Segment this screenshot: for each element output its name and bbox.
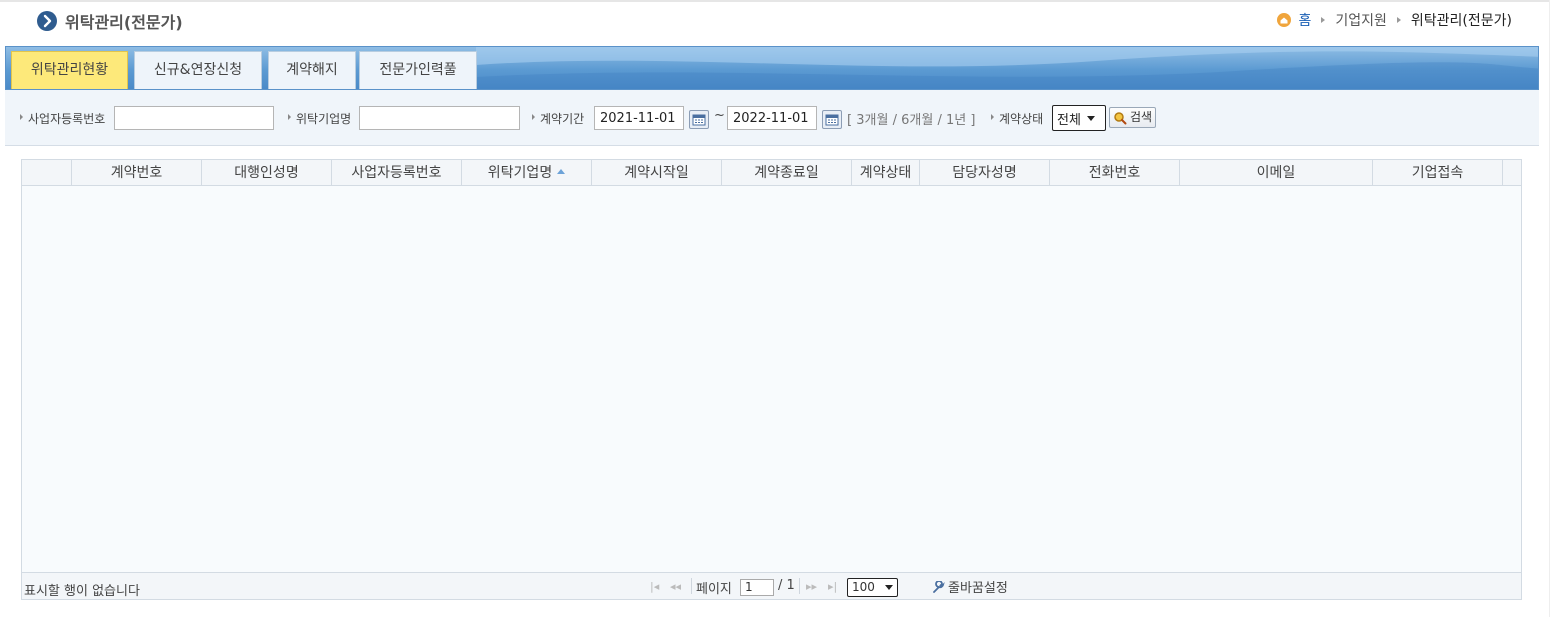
prev-page-icon[interactable]: ◂◂ — [670, 580, 681, 593]
total-pages: / 1 — [778, 578, 795, 593]
next-page-icon[interactable]: ▸▸ — [806, 580, 817, 593]
column-email[interactable]: 이메일 — [1180, 160, 1373, 186]
tab-termination[interactable]: 계약해지 — [268, 51, 356, 89]
column-end-date[interactable]: 계약종료일 — [722, 160, 852, 186]
breadcrumb-section-link[interactable]: 기업지원 — [1335, 10, 1387, 30]
period-1-year-link[interactable]: 1년 — [946, 113, 966, 128]
column-start-date[interactable]: 계약시작일 — [592, 160, 722, 186]
column-manager-name[interactable]: 담당자성명 — [920, 160, 1050, 186]
wrap-setting-button[interactable]: 줄바꿈설정 — [932, 577, 1008, 596]
end-date-input[interactable] — [727, 106, 817, 130]
search-icon — [1114, 112, 1127, 125]
status-select-value: 전체 — [1057, 112, 1081, 128]
grid-header-blank — [22, 160, 72, 186]
wrap-setting-label: 줄바꿈설정 — [948, 581, 1008, 596]
period-bracket-open: [ — [847, 113, 853, 128]
grid-header: 계약번호 대행인성명 사업자등록번호 위탁기업명 계약시작일 계약종료일 계약상… — [22, 160, 1521, 186]
period-bracket-close: ] — [970, 113, 976, 128]
tabbar-wave-decoration — [476, 47, 1538, 89]
column-contract-no[interactable]: 계약번호 — [72, 160, 202, 186]
column-company-name[interactable]: 위탁기업명 — [462, 160, 592, 186]
biz-no-label: 사업자등록번호 — [19, 112, 106, 126]
breadcrumb-separator-icon — [1396, 17, 1401, 23]
start-date-input[interactable] — [594, 106, 684, 130]
page-header: 위탁관리(전문가) 홈 기업지원 위탁관리(전문가) — [0, 2, 1554, 42]
grid-body — [22, 186, 1521, 572]
column-phone[interactable]: 전화번호 — [1050, 160, 1180, 186]
column-company-name-label: 위탁기업명 — [487, 165, 553, 181]
contract-grid: 계약번호 대행인성명 사업자등록번호 위탁기업명 계약시작일 계약종료일 계약상… — [21, 159, 1522, 600]
page-size-select[interactable]: 100 — [847, 578, 898, 597]
pager-divider — [799, 578, 800, 594]
tab-new-renewal[interactable]: 신규&연장신청 — [134, 51, 262, 89]
end-date-calendar-icon[interactable] — [822, 110, 842, 129]
breadcrumb-separator-icon — [1321, 17, 1326, 23]
breadcrumb-home-link[interactable]: 홈 — [1298, 10, 1311, 30]
period-shortcuts: [ 3개월 / 6개월 / 1년 ] — [847, 109, 975, 128]
pager-divider — [691, 578, 692, 594]
page-size-value: 100 — [852, 580, 875, 594]
column-agent-name[interactable]: 대행인성명 — [202, 160, 332, 186]
last-page-icon[interactable]: ▸| — [828, 580, 837, 593]
breadcrumb-current: 위탁관리(전문가) — [1410, 13, 1512, 29]
page-label: 페이지 — [696, 582, 732, 597]
date-range-tilde: ~ — [714, 108, 725, 123]
breadcrumb: 홈 기업지원 위탁관리(전문가) — [1277, 10, 1512, 30]
search-button-label: 검색 — [1130, 110, 1153, 124]
period-separator: / — [892, 113, 897, 128]
page-input[interactable]: 1 — [740, 579, 774, 596]
empty-rows-message: 표시할 행이 없습니다 — [24, 584, 140, 599]
start-date-calendar-icon[interactable] — [689, 110, 709, 129]
column-biz-no[interactable]: 사업자등록번호 — [332, 160, 462, 186]
company-label: 위탁기업명 — [287, 112, 352, 126]
search-panel: 사업자등록번호 위탁기업명 계약기간 ~ [ 3개월 / 6개월 / 1년 ] … — [5, 90, 1539, 146]
tab-expert-pool[interactable]: 전문가인력풀 — [359, 51, 477, 89]
column-status[interactable]: 계약상태 — [852, 160, 920, 186]
period-separator: / — [937, 113, 942, 128]
period-3-months-link[interactable]: 3개월 — [856, 113, 888, 128]
first-page-icon[interactable]: |◂ — [650, 580, 659, 593]
company-input[interactable] — [359, 106, 520, 130]
sort-asc-icon — [557, 169, 566, 174]
period-label: 계약기간 — [531, 112, 585, 126]
grid-pager: 표시할 행이 없습니다 |◂ ◂◂ 페이지 1 / 1 ▸▸ ▸| 100 줄바… — [22, 572, 1521, 599]
column-company-access[interactable]: 기업접속 — [1373, 160, 1503, 186]
tab-contract-status[interactable]: 위탁관리현황 — [11, 51, 128, 89]
chevron-right-circle-icon — [37, 11, 57, 31]
search-button[interactable]: 검색 — [1109, 107, 1157, 128]
home-icon[interactable] — [1277, 13, 1292, 27]
status-label: 계약상태 — [990, 112, 1044, 126]
chevron-down-icon — [1086, 115, 1095, 121]
biz-no-input[interactable] — [114, 106, 274, 130]
tab-bar: 위탁관리현황 신규&연장신청 계약해지 전문가인력풀 — [5, 46, 1539, 90]
page-title: 위탁관리(전문가) — [65, 13, 183, 32]
chevron-down-icon — [885, 585, 893, 590]
wrench-icon — [933, 580, 945, 593]
right-edge — [1549, 0, 1554, 617]
period-6-months-link[interactable]: 6개월 — [901, 113, 933, 128]
status-select[interactable]: 전체 — [1052, 105, 1106, 131]
